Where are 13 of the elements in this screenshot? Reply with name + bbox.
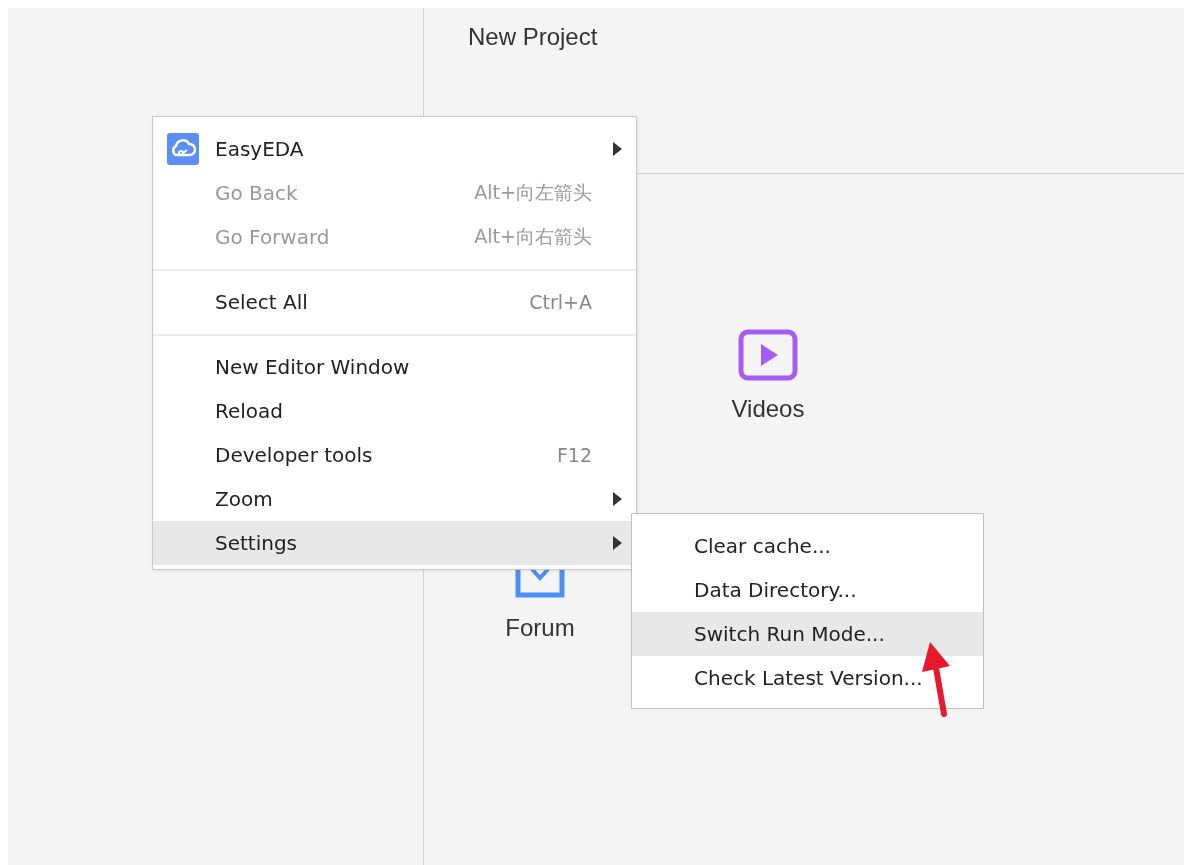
tile-label[interactable]: Videos — [731, 395, 805, 423]
menu-item[interactable]: Select All Ctrl+A — [153, 280, 636, 324]
menu-item[interactable]: Reload — [153, 389, 636, 433]
menu-item[interactable]: EasyEDA — [153, 127, 636, 171]
menu-item[interactable]: New Editor Window — [153, 345, 636, 389]
menu-item[interactable]: Check Latest Version... — [632, 656, 983, 700]
menu-item[interactable]: Data Directory... — [632, 568, 983, 612]
video-play-icon[interactable] — [738, 329, 798, 381]
tile-label[interactable]: Forum — [505, 614, 575, 642]
new-project-title: New Project — [468, 23, 598, 50]
menu-item[interactable]: Developer tools F12 — [153, 433, 636, 477]
menu-item[interactable]: Switch Run Mode... — [632, 612, 983, 656]
menu-item[interactable]: Zoom — [153, 477, 636, 521]
